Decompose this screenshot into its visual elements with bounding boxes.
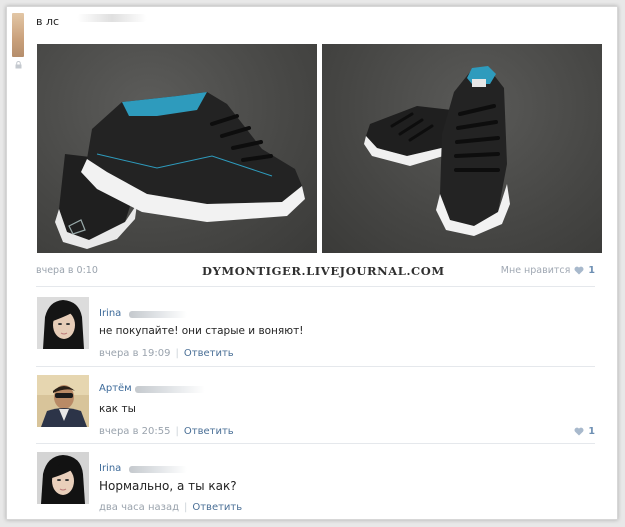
like-label: Мне нравится (500, 265, 571, 276)
post-photo-1[interactable] (37, 44, 317, 253)
sneaker-front-view (364, 66, 510, 236)
post-timestamp[interactable]: вчера в 0:10 (36, 265, 98, 276)
reply-link[interactable]: Ответить (192, 502, 242, 513)
heart-icon (574, 266, 584, 275)
redacted-name (77, 14, 147, 22)
comment-text: как ты (99, 403, 136, 415)
comment-like-button[interactable]: 1 (574, 426, 595, 437)
comment-like-count: 1 (588, 426, 595, 437)
avatar[interactable] (37, 375, 89, 427)
post-text: в лс (36, 15, 60, 28)
comment-text: Нормально, а ты как? (99, 479, 237, 493)
post-card: в лс вчера в 0:10 DYMONTIGER.LIVEJOURNAL… (6, 6, 618, 520)
post-author-avatar[interactable] (12, 13, 24, 57)
reply-link[interactable]: Ответить (184, 426, 234, 437)
redacted-surname (129, 311, 187, 318)
avatar[interactable] (37, 452, 89, 504)
sneaker-side-view (55, 92, 305, 249)
lock-icon (15, 61, 22, 69)
comment-meta: вчера в 19:09 | Ответить (99, 348, 234, 359)
divider (36, 286, 595, 287)
divider (36, 366, 595, 367)
comment-author[interactable]: Артём (99, 383, 132, 394)
comment-time[interactable]: вчера в 19:09 (99, 348, 171, 359)
comment-time[interactable]: два часа назад (99, 502, 179, 513)
comment-author[interactable]: Irina (99, 463, 121, 474)
post-photo-2[interactable] (322, 44, 602, 253)
redacted-surname (129, 466, 187, 473)
comment-meta: два часа назад | Ответить (99, 502, 243, 513)
redacted-surname (135, 386, 205, 393)
reply-link[interactable]: Ответить (184, 348, 234, 359)
comment-author[interactable]: Irina (99, 308, 121, 319)
comment-meta: вчера в 20:55 | Ответить (99, 426, 234, 437)
heart-icon (574, 427, 584, 436)
like-button[interactable]: Мне нравится 1 (501, 265, 595, 276)
avatar[interactable] (37, 297, 89, 349)
watermark: DYMONTIGER.LIVEJOURNAL.COM (202, 264, 445, 278)
comment-text: не покупайте! они старые и воняют! (99, 325, 304, 337)
like-count: 1 (588, 265, 595, 276)
comment-time[interactable]: вчера в 20:55 (99, 426, 171, 437)
divider (36, 443, 595, 444)
post-footer: вчера в 0:10 DYMONTIGER.LIVEJOURNAL.COM … (7, 264, 617, 279)
